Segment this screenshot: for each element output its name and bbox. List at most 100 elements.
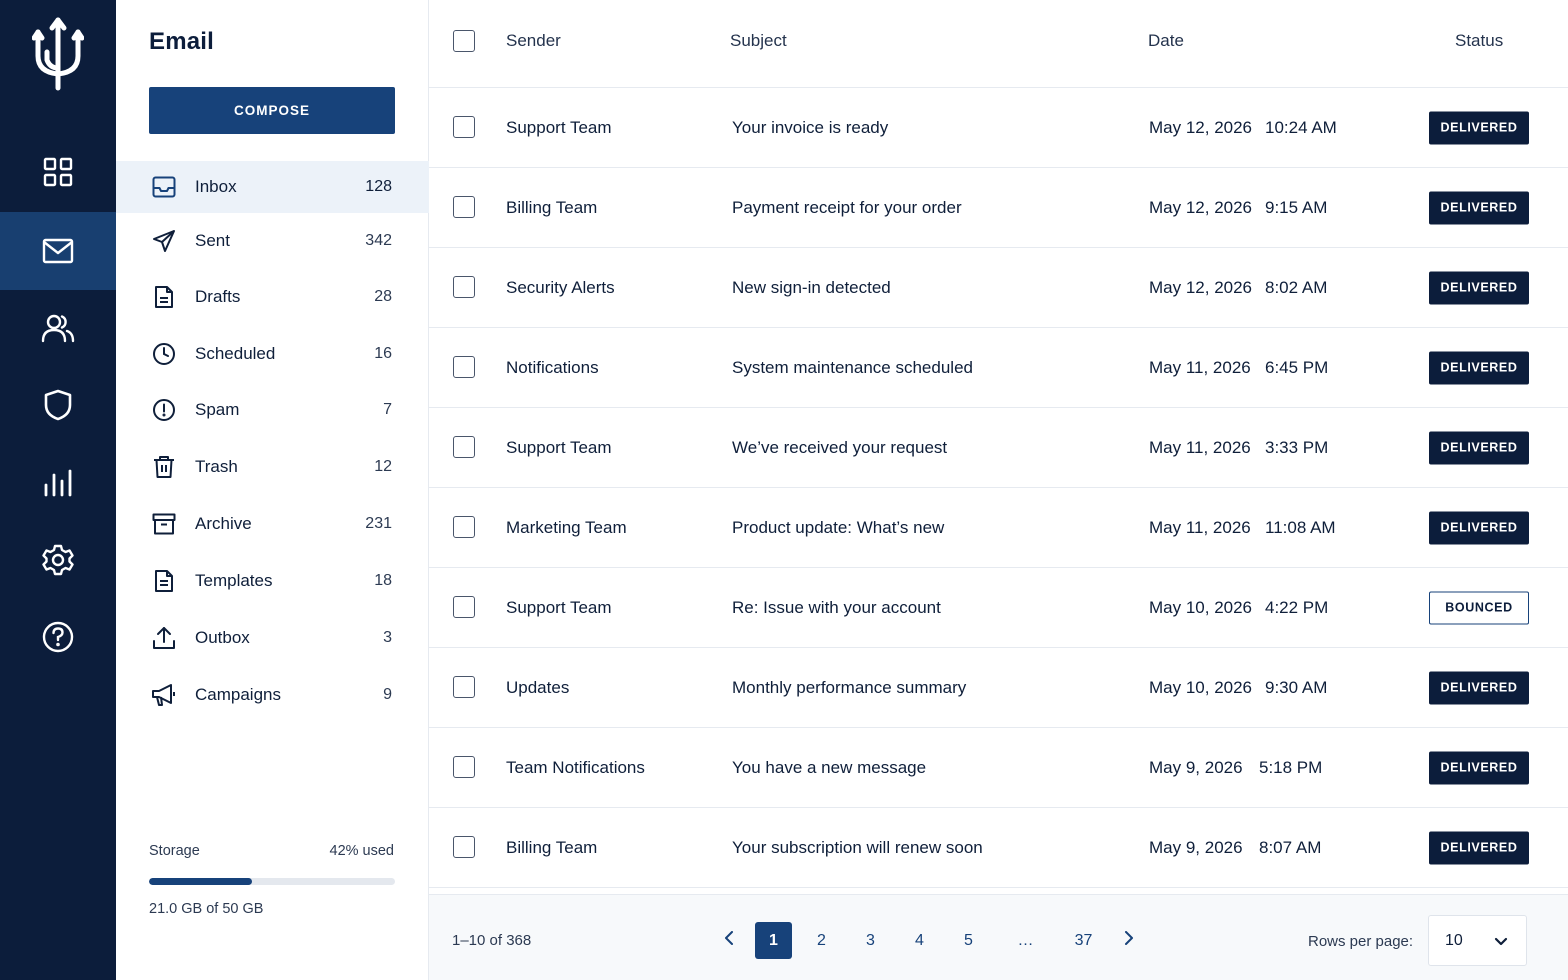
status-badge: DELIVERED xyxy=(1429,831,1529,864)
row-date: May 10, 2026 xyxy=(1149,677,1253,697)
storage-detail: 21.0 GB of 50 GB xyxy=(149,901,264,917)
rows-per-page-label: Rows per page: xyxy=(1308,933,1414,950)
folder-label: Archive xyxy=(195,514,252,533)
chevron-right-icon xyxy=(1124,931,1134,950)
row-date: May 9, 2026 xyxy=(1149,837,1243,857)
rail-settings[interactable] xyxy=(0,521,116,599)
status-badge: DELIVERED xyxy=(1429,431,1529,464)
row-subject: Re: Issue with your account xyxy=(732,597,941,617)
next-page-button[interactable] xyxy=(1110,922,1147,959)
dashboard-icon xyxy=(43,157,73,187)
row-sender: Support Team xyxy=(506,117,612,137)
page-button-4[interactable]: 4 xyxy=(901,922,938,959)
folder-label: Campaigns xyxy=(195,685,281,704)
row-subject: We’ve received your request xyxy=(732,437,948,457)
row-sender: Security Alerts xyxy=(506,277,615,297)
table-row[interactable]: Billing Team Payment receipt for your ord… xyxy=(429,168,1568,248)
table-row[interactable]: Support Team Re: Issue with your account M… xyxy=(429,568,1568,648)
table-row[interactable]: Support Team Your invoice is ready May 12,… xyxy=(429,88,1568,168)
row-subject: Your invoice is ready xyxy=(732,117,889,137)
template-icon xyxy=(151,568,177,594)
folder-count: 28 xyxy=(374,288,392,305)
folder-count: 231 xyxy=(365,515,392,532)
folder-label: Trash xyxy=(195,457,238,476)
row-sender: Support Team xyxy=(506,597,612,617)
folder-outbox[interactable]: Outbox 3 xyxy=(116,612,429,664)
page-button-37[interactable]: 37 xyxy=(1065,922,1102,959)
row-date: May 11, 2026 xyxy=(1149,357,1251,377)
page-button-5[interactable]: 5 xyxy=(950,922,987,959)
rail-users[interactable] xyxy=(0,289,116,367)
row-subject: Monthly performance summary xyxy=(732,677,967,697)
row-subject: You have a new message xyxy=(732,757,927,777)
row-date: May 9, 2026 xyxy=(1149,757,1243,777)
row-checkbox[interactable] xyxy=(453,276,475,298)
rows-per-page-select[interactable]: 10 xyxy=(1428,915,1527,966)
row-sender: Team Notifications xyxy=(506,757,645,777)
page-button-1[interactable]: 1 xyxy=(755,922,792,959)
table-row[interactable]: Marketing Team Product update: What’s new… xyxy=(429,488,1568,568)
row-time: 11:08 AM xyxy=(1265,517,1336,537)
rail-help[interactable] xyxy=(0,598,116,676)
row-sender: Support Team xyxy=(506,437,612,457)
rail-dashboard[interactable] xyxy=(0,133,116,211)
alert-icon xyxy=(151,397,177,423)
row-checkbox[interactable] xyxy=(453,756,475,778)
page-button-3[interactable]: 3 xyxy=(852,922,889,959)
bar-chart-icon xyxy=(43,469,73,497)
column-header-sender[interactable]: Sender xyxy=(506,31,561,51)
folder-campaigns[interactable]: Campaigns 9 xyxy=(116,669,429,721)
column-header-date[interactable]: Date xyxy=(1148,31,1184,51)
table-row[interactable]: Security Alerts New sign-in detected May 1… xyxy=(429,248,1568,328)
row-checkbox[interactable] xyxy=(453,836,475,858)
page-button-2[interactable]: 2 xyxy=(803,922,840,959)
help-icon xyxy=(42,621,74,653)
column-header-status[interactable]: Status xyxy=(1455,31,1503,51)
table-row[interactable]: Support Team We’ve received your request M… xyxy=(429,408,1568,488)
row-checkbox[interactable] xyxy=(453,116,475,138)
folder-sent[interactable]: Sent 342 xyxy=(116,215,429,267)
table-row[interactable]: Updates Monthly performance summary May 10… xyxy=(429,648,1568,728)
table-row[interactable]: Notifications System maintenance schedule… xyxy=(429,328,1568,408)
row-checkbox[interactable] xyxy=(453,196,475,218)
folder-drafts[interactable]: Drafts 28 xyxy=(116,271,429,323)
compose-button[interactable]: COMPOSE xyxy=(149,87,395,134)
folder-trash[interactable]: Trash 12 xyxy=(116,441,429,493)
inbox-icon xyxy=(151,174,177,200)
archive-icon xyxy=(151,511,177,537)
rail-security[interactable] xyxy=(0,366,116,444)
status-badge: DELIVERED xyxy=(1429,191,1529,224)
folder-label: Scheduled xyxy=(195,344,276,363)
folder-label: Drafts xyxy=(195,287,241,306)
pagination-range: 1–10 of 368 xyxy=(452,932,532,949)
rail-email[interactable] xyxy=(0,212,116,290)
row-time: 6:45 PM xyxy=(1265,357,1329,377)
clock-icon xyxy=(151,341,177,367)
row-sender: Billing Team xyxy=(506,837,598,857)
row-checkbox[interactable] xyxy=(453,516,475,538)
rail-analytics[interactable] xyxy=(0,444,116,522)
row-checkbox[interactable] xyxy=(453,356,475,378)
page-ellipsis: … xyxy=(1017,931,1034,949)
folder-scheduled[interactable]: Scheduled 16 xyxy=(116,328,429,380)
mail-icon xyxy=(42,238,74,264)
row-checkbox[interactable] xyxy=(453,676,475,698)
folder-label: Spam xyxy=(195,400,240,419)
folder-label: Inbox xyxy=(195,177,237,196)
status-badge: DELIVERED xyxy=(1429,351,1529,384)
table-row[interactable]: Billing Team Your subscription will renew… xyxy=(429,808,1568,888)
folder-spam[interactable]: Spam 7 xyxy=(116,384,429,436)
row-time: 3:33 PM xyxy=(1265,437,1329,457)
prev-page-button[interactable] xyxy=(710,922,747,959)
row-checkbox[interactable] xyxy=(453,436,475,458)
select-all-checkbox[interactable] xyxy=(453,30,475,52)
folder-archive[interactable]: Archive 231 xyxy=(116,498,429,550)
folder-count: 342 xyxy=(365,232,392,249)
column-header-subject[interactable]: Subject xyxy=(730,31,787,51)
folder-inbox[interactable]: Inbox 128 xyxy=(116,161,429,213)
storage-progress-fill xyxy=(149,878,253,885)
folder-label: Outbox xyxy=(195,628,250,647)
row-checkbox[interactable] xyxy=(453,596,475,618)
folder-templates[interactable]: Templates 18 xyxy=(116,555,429,607)
table-row[interactable]: Team Notifications You have a new message… xyxy=(429,728,1568,808)
